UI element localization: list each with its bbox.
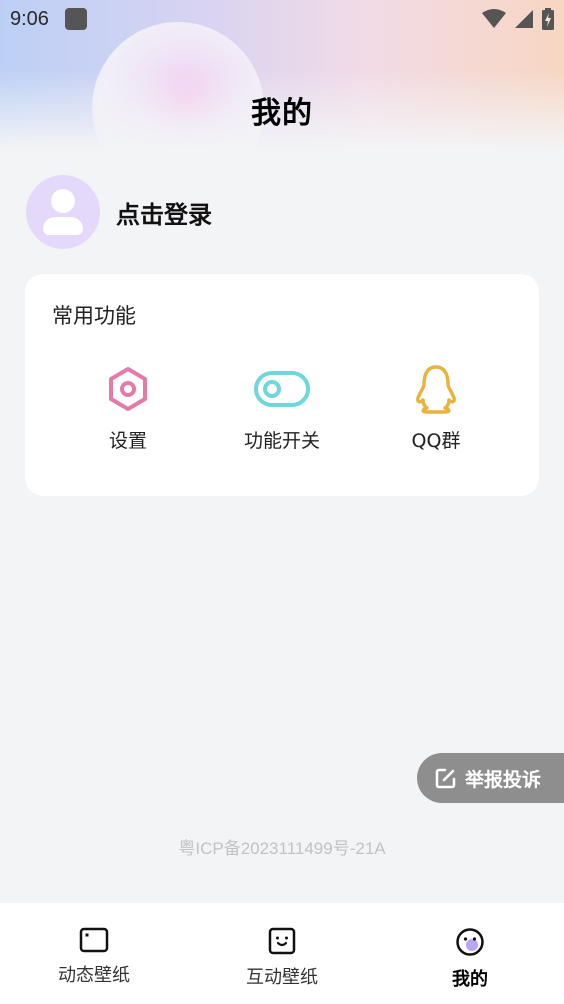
settings-button[interactable]: 设置	[68, 364, 188, 453]
avatar-head	[51, 189, 75, 213]
nav-interactive-wallpaper-label: 互动壁纸	[246, 967, 318, 988]
nav-dynamic-wallpaper-label: 动态壁纸	[58, 965, 130, 986]
nav-interactive-wallpaper[interactable]: 互动壁纸	[188, 903, 376, 1004]
report-complaint-button[interactable]: 举报投诉	[417, 753, 564, 803]
settings-hexagon-icon	[68, 364, 188, 414]
icp-record-text[interactable]: 粤ICP备2023111499号-21A	[0, 834, 564, 859]
status-time: 9:06	[10, 7, 49, 30]
cellular-icon	[515, 10, 533, 28]
wifi-icon	[482, 9, 506, 28]
feature-toggle-button[interactable]: 功能开关	[222, 364, 342, 453]
qq-group-button[interactable]: QQ群	[376, 364, 496, 453]
page-title: 我的	[251, 96, 313, 131]
edit-icon	[435, 768, 456, 789]
notification-icon	[64, 8, 87, 30]
nav-mine[interactable]: 我的	[376, 903, 564, 1004]
login-label[interactable]: 点击登录	[116, 195, 212, 230]
settings-label: 设置	[108, 430, 147, 452]
feature-toggle-label: 功能开关	[243, 430, 320, 452]
status-bar: 9:06	[0, 0, 564, 38]
card-title: 常用功能	[52, 304, 136, 328]
toggle-switch-icon	[222, 364, 342, 414]
bottom-navigation: 动态壁纸 互动壁纸 我的	[0, 903, 564, 1004]
avatar[interactable]	[26, 175, 100, 249]
wallpaper-tv-icon	[79, 927, 109, 953]
battery-icon	[542, 8, 554, 30]
nav-dynamic-wallpaper[interactable]: 动态壁纸	[0, 903, 188, 1004]
common-functions-card: 常用功能 设置 功能开关 QQ群	[25, 274, 539, 496]
qq-penguin-icon	[376, 364, 496, 414]
avatar-body	[43, 217, 83, 235]
qq-group-label: QQ群	[411, 430, 461, 452]
status-icons	[482, 8, 554, 30]
report-label: 举报投诉	[465, 768, 542, 791]
profile-login-row[interactable]: 点击登录	[26, 175, 212, 249]
nav-mine-label: 我的	[452, 969, 488, 990]
profile-face-icon	[456, 928, 484, 956]
smile-box-icon	[268, 927, 296, 955]
